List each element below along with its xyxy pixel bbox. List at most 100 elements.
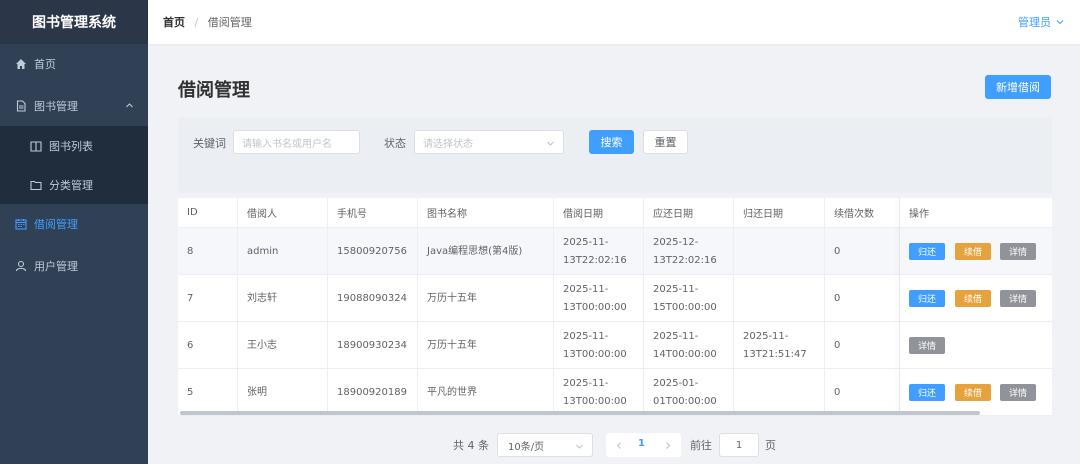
- cell-due-date: 2025-11- 14T00:00:00: [644, 322, 734, 369]
- breadcrumb-home[interactable]: 首页: [163, 16, 185, 29]
- folder-icon: [30, 180, 42, 191]
- cell-return-date: [734, 228, 825, 275]
- page-title: 借阅管理: [178, 80, 250, 101]
- detail-button[interactable]: 详情: [1000, 384, 1036, 401]
- user-dropdown[interactable]: 管理员: [1018, 14, 1065, 30]
- chevron-left-icon[interactable]: [615, 441, 623, 450]
- horizontal-scrollbar[interactable]: [180, 411, 980, 415]
- cell-book: 平凡的世界: [418, 369, 554, 416]
- cell-id: 5: [178, 369, 238, 416]
- column-header-borrow-date: 借阅日期: [554, 198, 644, 228]
- return-button[interactable]: 归还: [909, 243, 945, 260]
- status-select[interactable]: 请选择状态: [414, 130, 564, 154]
- cell-due-date: 2025-11- 15T00:00:00: [644, 275, 734, 322]
- cell-return-date: [734, 275, 825, 322]
- detail-button[interactable]: 详情: [909, 337, 945, 354]
- keyword-label: 关键词: [193, 137, 226, 150]
- chevron-up-icon: [126, 103, 133, 108]
- cell-due-date: 2025-01- 01T00:00:00: [644, 369, 734, 416]
- cell-borrower: 刘志轩: [238, 275, 328, 322]
- renew-button[interactable]: 续借: [955, 384, 991, 401]
- table-row: 5 张明 18900920189 平凡的世界 2025-11- 13T00:00…: [178, 369, 1052, 416]
- page-number-current[interactable]: 1: [638, 438, 645, 449]
- cell-book: 万历十五年: [418, 275, 554, 322]
- cell-renew-count: 0: [825, 275, 900, 322]
- cell-due-date: 2025-12- 13T22:02:16: [644, 228, 734, 275]
- cell-phone: 15800920756: [328, 228, 418, 275]
- app-title: 图书管理系统: [0, 0, 148, 44]
- page-size-value: 10条/页: [508, 441, 545, 453]
- top-navbar: 首页 / 借阅管理 管理员: [148, 0, 1080, 44]
- keyword-input[interactable]: 请输入书名或用户名: [233, 130, 360, 154]
- sidebar-item-home[interactable]: 首页: [0, 44, 148, 84]
- book-icon: [30, 141, 42, 152]
- cell-return-date: [734, 369, 825, 416]
- chevron-right-icon[interactable]: [664, 441, 672, 450]
- sidebar-item-borrow[interactable]: 借阅管理: [0, 204, 148, 244]
- cell-phone: 18900920189: [328, 369, 418, 416]
- fixed-column-divider: [899, 198, 900, 416]
- column-header-id: ID: [178, 198, 238, 228]
- detail-button[interactable]: 详情: [1000, 290, 1036, 307]
- search-button[interactable]: 搜索: [589, 130, 634, 154]
- home-icon: [16, 59, 26, 69]
- cell-borrow-date: 2025-11- 13T00:00:00: [554, 275, 644, 322]
- status-label: 状态: [384, 137, 406, 150]
- breadcrumb-current: 借阅管理: [207, 16, 252, 29]
- return-button[interactable]: 归还: [909, 290, 945, 307]
- renew-button[interactable]: 续借: [955, 243, 991, 260]
- sidebar: 图书管理系统 首页 图书管理 图书列表 分类管理 借阅管理 用户管理: [0, 0, 148, 464]
- sidebar-item-book-list[interactable]: 图书列表: [0, 126, 148, 166]
- cell-borrow-date: 2025-11- 13T22:02:16: [554, 228, 644, 275]
- table-row: 7 刘志轩 19088090324 万历十五年 2025-11- 13T00:0…: [178, 275, 1052, 322]
- column-header-borrower: 借阅人: [238, 198, 328, 228]
- page-unit-label: 页: [765, 439, 776, 452]
- column-header-return-date: 归还日期: [734, 198, 825, 228]
- cell-borrower: 王小志: [238, 322, 328, 369]
- detail-button[interactable]: 详情: [1000, 243, 1036, 260]
- chevron-down-icon: [1056, 20, 1064, 25]
- chevron-down-icon: [576, 444, 583, 449]
- column-header-phone: 手机号: [328, 198, 418, 228]
- sidebar-item-category[interactable]: 分类管理: [0, 166, 148, 204]
- cell-borrower: admin: [238, 228, 328, 275]
- borrow-table: ID 借阅人 手机号 图书名称 借阅日期 应还日期 归还日期 续借次数 操作 8…: [178, 198, 1052, 416]
- user-icon: [15, 260, 27, 272]
- sidebar-item-users[interactable]: 用户管理: [0, 246, 148, 286]
- cell-id: 7: [178, 275, 238, 322]
- column-header-renew-count: 续借次数: [825, 198, 900, 228]
- calendar-icon: [15, 219, 27, 230]
- renew-button[interactable]: 续借: [955, 290, 991, 307]
- status-placeholder: 请选择状态: [423, 138, 473, 150]
- goto-page-input[interactable]: 1: [719, 433, 759, 457]
- cell-borrow-date: 2025-11- 13T00:00:00: [554, 369, 644, 416]
- cell-borrower: 张明: [238, 369, 328, 416]
- sidebar-item-label: 图书管理: [34, 100, 78, 113]
- cell-phone: 18900930234: [328, 322, 418, 369]
- column-header-actions: 操作: [900, 198, 1052, 228]
- pagination-total: 共 4 条: [453, 439, 489, 452]
- pager: 1: [606, 433, 681, 457]
- sidebar-item-label: 用户管理: [34, 260, 78, 273]
- column-header-book: 图书名称: [418, 198, 554, 228]
- sidebar-item-label: 分类管理: [49, 179, 93, 192]
- cell-borrow-date: 2025-11- 13T00:00:00: [554, 322, 644, 369]
- cell-id: 8: [178, 228, 238, 275]
- keyword-placeholder: 请输入书名或用户名: [242, 138, 332, 150]
- table-row: 8 admin 15800920756 Java编程思想(第4版) 2025-1…: [178, 228, 1052, 275]
- cell-id: 6: [178, 322, 238, 369]
- reset-button[interactable]: 重置: [643, 130, 688, 154]
- goto-page-value: 1: [735, 439, 743, 451]
- return-button[interactable]: 归还: [909, 384, 945, 401]
- sidebar-item-label: 借阅管理: [34, 218, 78, 231]
- table-row: 6 王小志 18900930234 万历十五年 2025-11- 13T00:0…: [178, 322, 1052, 369]
- document-icon: [16, 100, 26, 112]
- goto-label: 前往: [690, 439, 712, 452]
- sidebar-item-book-management[interactable]: 图书管理: [0, 86, 148, 126]
- breadcrumb: 首页 / 借阅管理: [163, 14, 252, 30]
- add-borrow-button[interactable]: 新增借阅: [985, 75, 1051, 99]
- page-size-select[interactable]: 10条/页: [497, 433, 593, 457]
- sidebar-item-label: 图书列表: [49, 140, 93, 153]
- search-panel: 关键词 请输入书名或用户名 状态 请选择状态 搜索 重置: [178, 117, 1052, 193]
- user-name: 管理员: [1018, 16, 1051, 29]
